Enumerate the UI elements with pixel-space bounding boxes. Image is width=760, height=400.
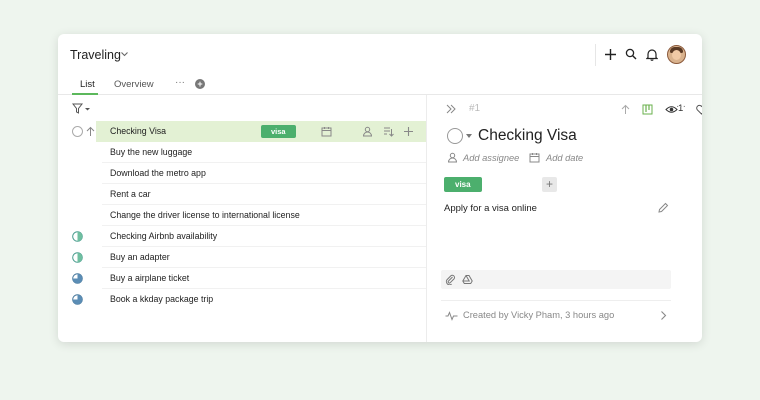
plus-icon[interactable] — [403, 126, 414, 137]
task-row[interactable]: Checking Airbnb availability — [58, 226, 426, 247]
detail-toolbar: #1 1 0 — [427, 95, 702, 123]
calendar-icon[interactable] — [321, 126, 332, 137]
calendar-icon[interactable] — [529, 152, 540, 163]
arrow-up-icon[interactable] — [620, 104, 631, 115]
more-options-icon[interactable]: ··· — [676, 101, 686, 112]
arrow-up-icon[interactable] — [86, 126, 95, 137]
top-bar: Traveling — [58, 34, 702, 74]
task-title: Buy a airplane ticket — [110, 273, 190, 283]
task-number: #1 — [469, 103, 481, 114]
task-row[interactable]: Rent a car — [58, 184, 426, 205]
paperclip-icon[interactable] — [445, 274, 456, 285]
detail-tag[interactable]: visa — [444, 177, 482, 192]
tab-overview[interactable]: Overview — [114, 79, 154, 90]
task-row[interactable]: Buy the new luggage — [58, 142, 426, 163]
search-icon[interactable] — [624, 47, 638, 61]
pencil-icon[interactable] — [657, 202, 669, 214]
assignee-icon[interactable] — [447, 152, 458, 163]
task-row[interactable]: Checking Visa visa — [58, 121, 426, 142]
add-assignee-button[interactable]: Add assignee — [463, 153, 519, 163]
subtask-icon[interactable] — [383, 126, 394, 137]
task-title: Change the driver license to internation… — [110, 210, 300, 220]
add-date-button[interactable]: Add date — [546, 153, 583, 163]
task-checkbox[interactable] — [72, 126, 83, 137]
progress-status-icon[interactable] — [72, 273, 83, 284]
task-title: Book a kkday package trip — [110, 294, 214, 304]
header-divider — [595, 44, 596, 66]
task-row[interactable]: Book a kkday package trip — [58, 289, 426, 310]
chevron-down-icon[interactable] — [120, 50, 129, 58]
task-row[interactable]: Buy an adapter — [58, 247, 426, 268]
caret-down-icon[interactable] — [466, 134, 472, 138]
add-tab-icon[interactable]: + — [195, 79, 205, 89]
task-complete-checkbox[interactable] — [447, 128, 463, 144]
attachment-bar — [441, 270, 671, 289]
add-tag-button[interactable]: + — [542, 177, 557, 192]
task-row[interactable]: Change the driver license to internation… — [58, 205, 426, 226]
partial-status-icon[interactable] — [72, 231, 83, 242]
collapse-panel-icon[interactable] — [445, 104, 457, 114]
activity-icon — [445, 311, 458, 321]
task-row[interactable]: Buy a airplane ticket — [58, 268, 426, 289]
plus-icon[interactable] — [603, 47, 617, 61]
view-tabs: List Overview ··· + — [58, 74, 702, 95]
task-list-panel: Checking Visa visa Buy the new luggage D… — [58, 95, 426, 342]
task-title: Buy an adapter — [110, 252, 170, 262]
task-detail-title[interactable]: Checking Visa — [478, 127, 577, 145]
kanban-icon[interactable] — [642, 104, 653, 115]
partial-status-icon[interactable] — [72, 252, 83, 263]
avatar[interactable] — [667, 45, 686, 64]
chevron-right-icon[interactable] — [660, 310, 667, 321]
task-title: Checking Visa — [110, 126, 167, 136]
activity-text: Created by Vicky Pham, 3 hours ago — [463, 310, 615, 320]
bell-icon[interactable] — [645, 47, 659, 61]
task-title: Checking Airbnb availability — [110, 231, 218, 241]
task-title: Download the metro app — [110, 168, 206, 178]
tabs-more-icon[interactable]: ··· — [175, 77, 185, 88]
task-description[interactable]: Apply for a visa online — [444, 203, 537, 214]
filter-icon[interactable] — [72, 103, 92, 115]
section-divider — [441, 300, 671, 301]
tab-list[interactable]: List — [80, 79, 95, 90]
task-detail-panel: #1 1 0 Checking Visa Add assignee Add da… — [427, 95, 702, 342]
task-tag[interactable]: visa — [261, 125, 296, 138]
assignee-icon[interactable] — [362, 126, 373, 137]
app-window: Traveling List Overview ··· + Checking V… — [58, 34, 702, 342]
heart-icon[interactable] — [696, 104, 702, 115]
task-title: Buy the new luggage — [110, 147, 193, 157]
project-title[interactable]: Traveling — [70, 48, 121, 62]
drive-icon[interactable] — [462, 274, 473, 285]
task-title: Rent a car — [110, 189, 151, 199]
progress-status-icon[interactable] — [72, 294, 83, 305]
task-row[interactable]: Download the metro app — [58, 163, 426, 184]
